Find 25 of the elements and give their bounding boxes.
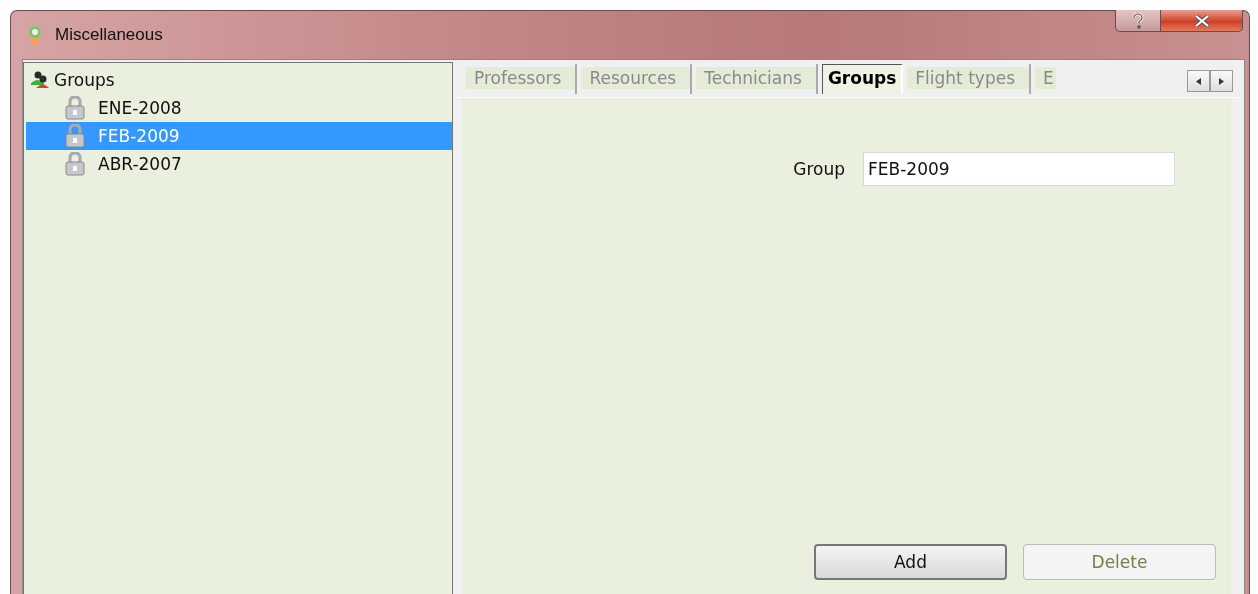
lock-icon [64,124,86,148]
users-icon [30,71,50,89]
help-icon [1132,12,1144,29]
tree-item[interactable]: Groups [54,70,115,90]
tree-item[interactable]: ABR-2007 [26,150,452,178]
tab[interactable]: Technicians [696,64,818,94]
window-title: Miscellaneous [55,25,163,45]
tab[interactable]: Flight types [907,64,1032,94]
scroll-right-button[interactable] [1210,70,1233,92]
tab[interactable]: Professors [466,64,578,94]
tab[interactable]: Groups [821,64,904,94]
lock-icon [64,152,86,176]
tree-item[interactable]: FEB-2009 [26,122,452,150]
right-arrow-icon [1219,77,1224,85]
lock-icon [64,96,86,120]
close-icon [1193,14,1210,27]
tree-item[interactable]: ENE-2008 [26,94,452,122]
left-arrow-icon [1196,77,1201,85]
field-label: Group [793,159,845,179]
tab[interactable]: Resources [581,64,693,94]
help-button[interactable] [1115,10,1161,32]
scroll-left-button[interactable] [1187,70,1210,92]
action-button[interactable]: Add [814,544,1007,580]
group-field[interactable]: FEB-2009 [863,152,1175,186]
close-button[interactable] [1161,10,1243,32]
